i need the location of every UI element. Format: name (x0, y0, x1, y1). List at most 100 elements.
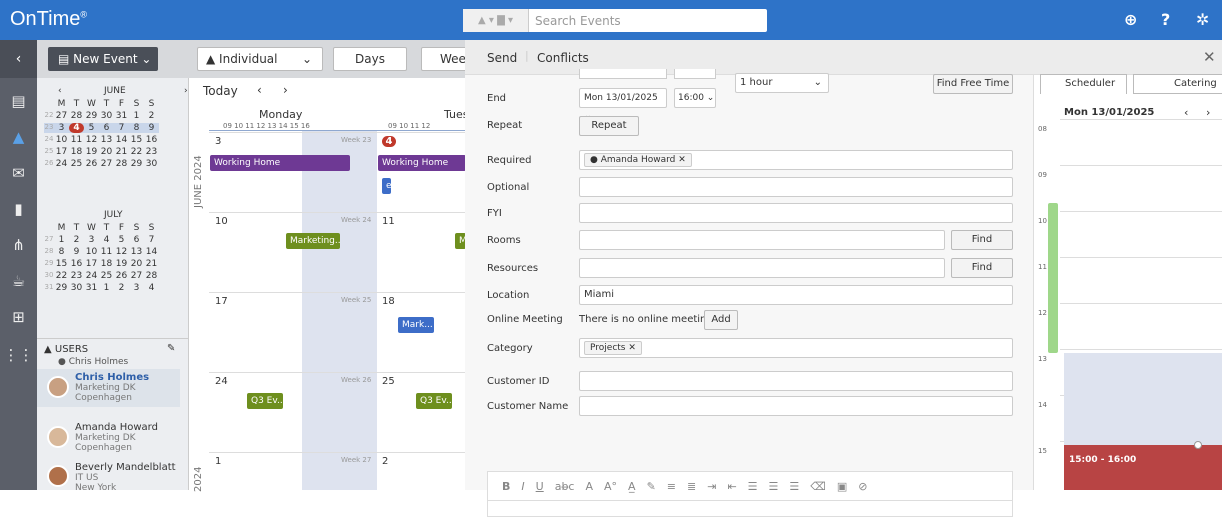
indent-icon[interactable]: ⇥ (707, 480, 716, 493)
today-button[interactable]: Today (203, 84, 238, 98)
mini-calendar-day[interactable]: 31 (114, 111, 129, 121)
apps-grid-icon[interactable]: ⋮⋮ (0, 346, 37, 364)
mini-calendar-day[interactable]: 25 (69, 159, 84, 169)
font-size-icon[interactable]: A (585, 480, 593, 493)
day-number[interactable]: 17 (215, 296, 228, 307)
bold-icon[interactable]: B (502, 480, 510, 493)
add-online-meeting-button[interactable]: Add (704, 310, 738, 330)
resources-field[interactable] (579, 258, 945, 278)
search-box[interactable]: ▲ ▾ ▇ ▾ Search Events (463, 9, 767, 32)
mini-calendar-day[interactable]: 13 (129, 247, 144, 257)
customer-id-field[interactable] (579, 371, 1013, 391)
mini-calendar-day[interactable]: 24 (54, 159, 69, 169)
end-date-field[interactable]: Mon 13/01/2025 ⌄ (579, 88, 667, 121)
mini-calendar-day[interactable]: 15 (129, 135, 144, 145)
zoom-icon[interactable]: ⊕ (1124, 10, 1137, 29)
repeat-button[interactable]: Repeat (579, 116, 639, 136)
mini-calendar-day[interactable]: 28 (144, 271, 159, 281)
user-item[interactable]: Amanda Howard Marketing DK Copenhagen (37, 419, 180, 457)
mini-calendar-day[interactable]: 20 (129, 259, 144, 269)
mini-calendar-day[interactable]: 1 (99, 283, 114, 293)
mini-calendar-day[interactable]: 10 (84, 247, 99, 257)
share-icon[interactable]: ⋔ (0, 236, 37, 254)
superscript-icon[interactable]: A° (604, 480, 617, 493)
mini-calendar-day[interactable]: 5 (84, 123, 99, 133)
fyi-field[interactable] (579, 203, 1013, 223)
mini-calendar-day[interactable]: 27 (129, 271, 144, 281)
edit-icon[interactable]: ✎ (167, 343, 175, 354)
mini-calendar-day[interactable]: 11 (69, 135, 84, 145)
mini-calendar-day[interactable]: 29 (54, 283, 69, 293)
mini-calendar-day[interactable]: 19 (84, 147, 99, 157)
chart-icon[interactable]: ▮ (0, 200, 37, 218)
mini-calendar-day[interactable]: 14 (114, 135, 129, 145)
calendar-event[interactable]: Mark... (398, 317, 434, 333)
day-number[interactable]: 11 (382, 216, 395, 227)
day-number[interactable]: 24 (215, 376, 228, 387)
mini-calendar-day[interactable]: 23 (144, 147, 159, 157)
mini-calendar-day[interactable]: 3 (54, 123, 69, 133)
italic-icon[interactable]: I (521, 480, 524, 493)
mini-calendar-day[interactable]: 24 (84, 271, 99, 281)
category-field[interactable]: Projects ✕ (579, 338, 1013, 358)
new-event-button[interactable]: ▤ New Event ⌄ (48, 47, 158, 71)
align-left-icon[interactable]: ☰ (748, 480, 758, 493)
search-input[interactable]: Search Events (529, 14, 621, 28)
mini-calendar-day[interactable]: 2 (144, 111, 159, 121)
mini-calendar-day[interactable]: 19 (114, 259, 129, 269)
day-number[interactable]: 4 (382, 136, 396, 147)
scheduler-tab[interactable]: Scheduler (1040, 74, 1127, 94)
view-select[interactable]: ▲ Individual ⌄ (197, 47, 323, 71)
mini-calendar-day[interactable]: 3 (84, 235, 99, 245)
mini-calendar-day[interactable]: 4 (144, 283, 159, 293)
user-item[interactable]: Beverly Mandelblatt IT US New York (37, 459, 180, 493)
font-color-icon[interactable]: A̲ (628, 480, 636, 493)
day-number[interactable]: 2 (382, 456, 388, 467)
person-icon[interactable]: ▲ (0, 128, 37, 146)
org-chart-icon[interactable]: ⊞ (0, 308, 37, 326)
mini-calendar-day[interactable]: 4 (69, 123, 84, 133)
user-item[interactable]: Chris Holmes Marketing DK Copenhagen (37, 369, 180, 407)
mini-calendar-day[interactable]: 30 (69, 283, 84, 293)
catering-tab[interactable]: Catering (1133, 74, 1222, 94)
bullet-list-icon[interactable]: ≡ (667, 480, 676, 493)
mini-calendar-day[interactable]: 1 (54, 235, 69, 245)
mini-calendar-day[interactable]: 9 (144, 123, 159, 133)
align-center-icon[interactable]: ☰ (769, 480, 779, 493)
mini-calendar-day[interactable]: 7 (144, 235, 159, 245)
mini-calendar-day[interactable]: 1 (129, 111, 144, 121)
mini-calendar-day[interactable]: 6 (129, 235, 144, 245)
clear-format-icon[interactable]: ⌫ (810, 480, 826, 493)
find-rooms-button[interactable]: Find (951, 230, 1013, 250)
strikethrough-icon[interactable]: ab̶c (555, 480, 575, 493)
mini-calendar-day[interactable]: 28 (69, 111, 84, 121)
mini-calendar-day[interactable]: 6 (99, 123, 114, 133)
calendar-event[interactable]: Working Home (378, 155, 466, 171)
coffee-icon[interactable]: ☕ (0, 272, 37, 290)
calendar-event[interactable]: Working Home (210, 155, 350, 171)
align-right-icon[interactable]: ☰ (789, 480, 799, 493)
mini-calendar-day[interactable]: 5 (114, 235, 129, 245)
mini-calendar-day[interactable]: 23 (69, 271, 84, 281)
calendar-event[interactable]: Q3 Ev... (416, 393, 452, 409)
mini-calendar-day[interactable]: 4 (99, 235, 114, 245)
optional-field[interactable] (579, 177, 1013, 197)
category-tag[interactable]: Projects ✕ (584, 341, 642, 355)
calendar-event[interactable]: Marketing... (286, 233, 340, 249)
day-number[interactable]: 10 (215, 216, 228, 227)
underline-icon[interactable]: U (536, 480, 544, 493)
required-field[interactable]: ● Amanda Howard ✕ (579, 150, 1013, 170)
calendar-event[interactable]: e (382, 178, 391, 194)
mini-calendar-day[interactable]: 27 (54, 111, 69, 121)
customer-name-field[interactable] (579, 396, 1013, 416)
image-icon[interactable]: ▣ (837, 480, 847, 493)
rooms-field[interactable] (579, 230, 945, 250)
mini-calendar-day[interactable]: 26 (84, 159, 99, 169)
prev-day-icon[interactable]: ‹ (1184, 106, 1188, 119)
day-number[interactable]: 18 (382, 296, 395, 307)
mail-icon[interactable]: ✉ (0, 164, 37, 182)
prev-icon[interactable]: ‹ (257, 83, 262, 97)
mini-calendar-day[interactable]: 7 (114, 123, 129, 133)
mini-calendar-day[interactable]: 27 (99, 159, 114, 169)
calendar-event[interactable]: Q3 Ev... (247, 393, 283, 409)
